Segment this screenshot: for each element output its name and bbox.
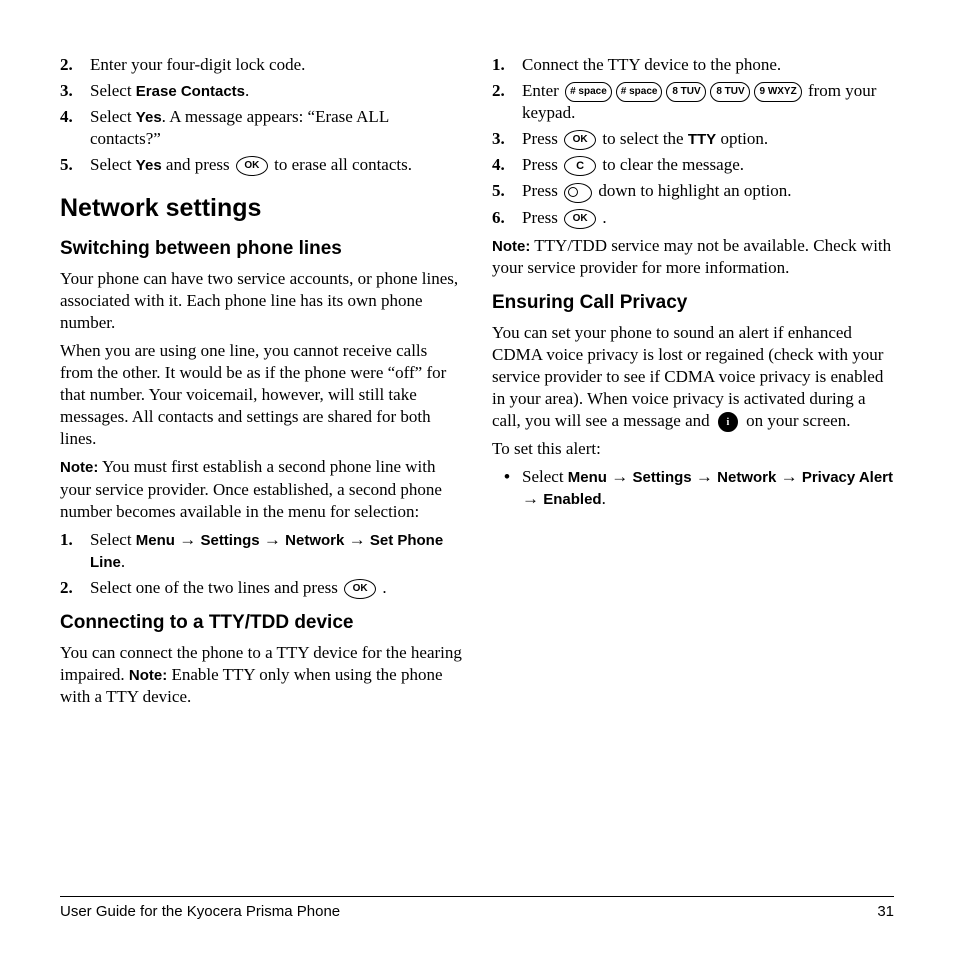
body-text: You can set your phone to sound an alert…	[492, 322, 894, 432]
list-item: 6. Press OK .	[492, 207, 894, 229]
step-text: Select Menu → Settings → Network → Priva…	[522, 466, 894, 510]
step-text: Enter # space# space8 TUV8 TUV9 WXYZ fro…	[522, 80, 894, 124]
ok-key-icon: OK	[344, 579, 376, 599]
step-text: Select Erase Contacts.	[90, 80, 462, 102]
step-number: 3.	[60, 80, 90, 102]
step-text: Press C to clear the message.	[522, 154, 894, 176]
lock-icon: i	[718, 412, 738, 432]
step-number: 4.	[492, 154, 522, 176]
step-number: 2.	[492, 80, 522, 124]
step-number: 3.	[492, 128, 522, 150]
network-settings-heading: Network settings	[60, 192, 462, 225]
note-paragraph: Note: TTY/TDD service may not be availab…	[492, 235, 894, 279]
list-item: 1. Select Menu → Settings → Network → Se…	[60, 529, 462, 573]
step-text: Press OK to select the TTY option.	[522, 128, 894, 150]
call-privacy-heading: Ensuring Call Privacy	[492, 291, 894, 316]
tty-heading: Connecting to a TTY/TDD device	[60, 611, 462, 636]
step-number: 5.	[492, 180, 522, 202]
step-number: 1.	[492, 54, 522, 76]
document-page: 2. Enter your four-digit lock code. 3. S…	[0, 0, 954, 954]
list-item: 5. Press down to highlight an option.	[492, 180, 894, 202]
page-footer: User Guide for the Kyocera Prisma Phone …	[60, 896, 894, 920]
step-text: Connect the TTY device to the phone.	[522, 54, 894, 76]
step-number: 2.	[60, 577, 90, 599]
step-text: Press down to highlight an option.	[522, 180, 894, 202]
note-label: Note:	[492, 238, 530, 255]
step-number: 2.	[60, 54, 90, 76]
clear-key-icon: C	[564, 156, 596, 176]
note-paragraph: Note: You must first establish a second …	[60, 456, 462, 522]
nine-key-icon: 9 WXYZ	[754, 82, 801, 102]
list-item: 2. Enter your four-digit lock code.	[60, 54, 462, 76]
body-text: To set this alert:	[492, 438, 894, 460]
two-column-layout: 2. Enter your four-digit lock code. 3. S…	[60, 50, 894, 714]
footer-title: User Guide for the Kyocera Prisma Phone	[60, 903, 340, 920]
body-text: You can connect the phone to a TTY devic…	[60, 642, 462, 708]
list-item: 2. Select one of the two lines and press…	[60, 577, 462, 599]
list-item: 4. Press C to clear the message.	[492, 154, 894, 176]
step-number: 5.	[60, 154, 90, 176]
eight-key-icon: 8 TUV	[710, 82, 750, 102]
hash-key-icon: # space	[565, 82, 612, 102]
list-item: 3. Select Erase Contacts.	[60, 80, 462, 102]
erase-contacts-steps: 2. Enter your four-digit lock code. 3. S…	[60, 54, 462, 176]
switching-lines-heading: Switching between phone lines	[60, 237, 462, 262]
body-text: When you are using one line, you cannot …	[60, 340, 462, 450]
list-item: • Select Menu → Settings → Network → Pri…	[492, 466, 894, 510]
step-number: 6.	[492, 207, 522, 229]
network-steps: 1. Select Menu → Settings → Network → Se…	[60, 529, 462, 599]
left-column: 2. Enter your four-digit lock code. 3. S…	[60, 50, 462, 714]
privacy-steps: • Select Menu → Settings → Network → Pri…	[492, 466, 894, 510]
list-item: 1. Connect the TTY device to the phone.	[492, 54, 894, 76]
right-column: 1. Connect the TTY device to the phone. …	[492, 50, 894, 714]
nav-ring-icon	[564, 183, 592, 203]
step-number: 4.	[60, 106, 90, 150]
step-text: Enter your four-digit lock code.	[90, 54, 462, 76]
body-text: Your phone can have two service accounts…	[60, 268, 462, 334]
page-number: 31	[877, 903, 894, 920]
note-label: Note:	[60, 459, 98, 476]
tty-steps: 1. Connect the TTY device to the phone. …	[492, 54, 894, 229]
list-item: 3. Press OK to select the TTY option.	[492, 128, 894, 150]
step-text: Select Menu → Settings → Network → Set P…	[90, 529, 462, 573]
step-text: Select one of the two lines and press OK…	[90, 577, 462, 599]
list-item: 5. Select Yes and press OK to erase all …	[60, 154, 462, 176]
step-text: Select Yes. A message appears: “Erase AL…	[90, 106, 462, 150]
list-item: 2. Enter # space# space8 TUV8 TUV9 WXYZ …	[492, 80, 894, 124]
ok-key-icon: OK	[564, 209, 596, 229]
bullet-icon: •	[492, 466, 522, 510]
ok-key-icon: OK	[564, 130, 596, 150]
eight-key-icon: 8 TUV	[666, 82, 706, 102]
ok-key-icon: OK	[236, 156, 268, 176]
step-text: Press OK .	[522, 207, 894, 229]
list-item: 4. Select Yes. A message appears: “Erase…	[60, 106, 462, 150]
note-label: Note:	[129, 667, 167, 684]
step-number: 1.	[60, 529, 90, 573]
hash-key-icon: # space	[616, 82, 663, 102]
step-text: Select Yes and press OK to erase all con…	[90, 154, 462, 176]
